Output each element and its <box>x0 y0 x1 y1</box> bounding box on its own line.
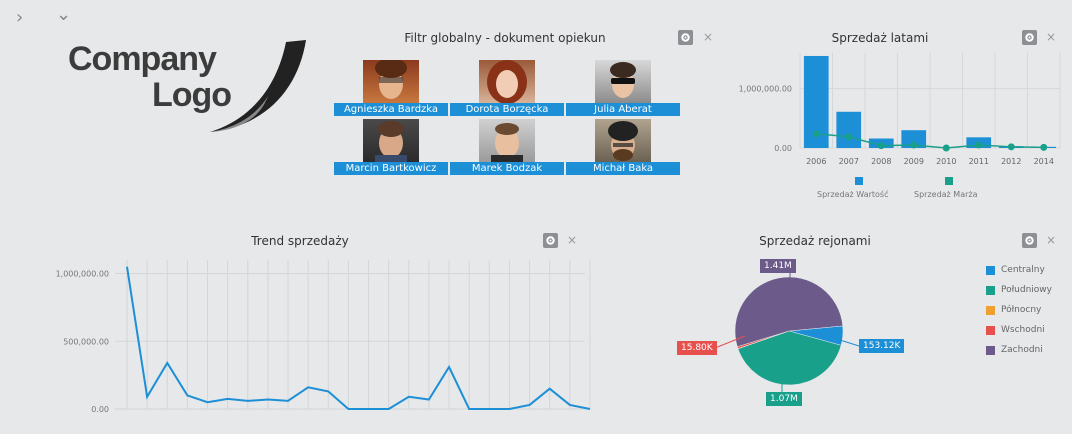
trend-line-chart: 1,000,000.00 500,000.00 0.00 <box>56 260 591 414</box>
legend-swatch-value <box>855 177 863 185</box>
regions-settings-button[interactable] <box>1022 233 1037 248</box>
x-tick-label: 2009 <box>904 157 924 166</box>
gear-icon <box>546 236 555 245</box>
years-chart-title: Sprzedaż latami <box>831 31 929 45</box>
filter-close-button[interactable]: × <box>703 30 713 45</box>
x-tick-label: 2007 <box>839 157 859 166</box>
x-tick-label: 2012 <box>1001 157 1021 166</box>
person-name: Agnieszka Bardzka <box>334 103 448 116</box>
gear-icon <box>681 33 690 42</box>
expand-icon[interactable]: › <box>16 9 23 27</box>
y-tick-label: 500,000.00 <box>63 337 109 346</box>
legend-item-poludniowy[interactable]: Południowy <box>986 283 1052 297</box>
y-tick-label: 0.00 <box>91 405 109 414</box>
years-settings-button[interactable] <box>1022 30 1037 45</box>
years-bar-chart: 1,000,000.00 0.00 2006 2007 2008 2009 2010 2011… <box>739 53 1061 166</box>
person-photo <box>595 60 651 104</box>
person-name: Michał Baka <box>566 162 680 175</box>
collapse-icon[interactable]: ⌄ <box>56 6 71 24</box>
logo-line-2: Logo <box>152 76 232 114</box>
x-tick-label: 2014 <box>1034 157 1054 166</box>
gear-icon <box>1025 33 1034 42</box>
person-name: Julia Aberat <box>566 103 680 116</box>
label-wschodni: 15.80K <box>677 341 717 355</box>
margin-point <box>1007 143 1015 151</box>
bar <box>836 111 862 148</box>
trend-chart-title: Trend sprzedaży <box>251 234 349 248</box>
legend-label: Południowy <box>1001 285 1052 295</box>
y-tick-label: 1,000,000.00 <box>56 270 109 279</box>
label-centralny: 153.12K <box>859 339 905 353</box>
person-photo <box>479 119 535 163</box>
person-card[interactable]: Michał Baka <box>566 119 680 175</box>
regions-close-button[interactable]: × <box>1046 233 1056 248</box>
margin-point <box>812 130 820 138</box>
legend-label-value[interactable]: Sprzedaż Wartość <box>817 190 888 199</box>
person-card[interactable]: Julia Aberat <box>566 60 680 116</box>
margin-point <box>845 133 853 141</box>
x-tick-label: 2011 <box>969 157 989 166</box>
trend-settings-button[interactable] <box>543 233 558 248</box>
years-legend: Sprzedaż Wartość Sprzedaż Marża <box>812 177 1002 205</box>
legend-swatch-margin <box>945 177 953 185</box>
person-photo <box>479 60 535 104</box>
filter-panel-title: Filtr globalny - dokument opiekun <box>404 31 606 45</box>
x-tick-label: 2006 <box>806 157 826 166</box>
label-poludniowy: 1.07M <box>766 392 802 406</box>
company-logo: Company Logo <box>60 30 310 140</box>
person-photo <box>363 60 419 104</box>
regions-pie-chart <box>734 276 844 386</box>
legend-label: Wschodni <box>1001 325 1045 335</box>
margin-point <box>942 144 950 152</box>
legend-swatch <box>986 345 995 355</box>
logo-line-1: Company <box>68 40 217 78</box>
legend-label: Północny <box>1001 305 1042 315</box>
person-card[interactable]: Marek Bodzak <box>450 119 564 175</box>
legend-swatch <box>986 305 995 315</box>
label-zachodni: 1.41M <box>760 259 796 273</box>
legend-swatch <box>986 325 995 335</box>
legend-item-centralny[interactable]: Centralny <box>986 263 1045 277</box>
legend-label-margin[interactable]: Sprzedaż Marża <box>914 190 977 199</box>
person-card[interactable]: Marcin Bartkowicz <box>334 119 448 175</box>
person-photo <box>595 119 651 163</box>
x-tick-label: 2008 <box>871 157 891 166</box>
y-tick-label: 0.00 <box>774 144 792 153</box>
legend-swatch <box>986 285 995 295</box>
regions-chart-title: Sprzedaż rejonami <box>759 234 871 248</box>
person-name: Marek Bodzak <box>450 162 564 175</box>
legend-item-wschodni[interactable]: Wschodni <box>986 323 1045 337</box>
person-name: Marcin Bartkowicz <box>334 162 448 175</box>
gear-icon <box>1025 236 1034 245</box>
person-name: Dorota Borzęcka <box>450 103 564 116</box>
person-card[interactable]: Agnieszka Bardzka <box>334 60 448 116</box>
margin-point <box>1040 143 1048 151</box>
x-tick-label: 2010 <box>936 157 956 166</box>
legend-item-polnocny[interactable]: Północny <box>986 303 1041 317</box>
legend-swatch <box>986 265 995 275</box>
years-close-button[interactable]: × <box>1046 30 1056 45</box>
margin-point <box>910 141 918 149</box>
margin-point <box>975 141 983 149</box>
filter-settings-button[interactable] <box>678 30 693 45</box>
y-tick-label: 1,000,000.00 <box>739 85 792 94</box>
trend-close-button[interactable]: × <box>567 233 577 248</box>
person-card[interactable]: Dorota Borzęcka <box>450 60 564 116</box>
margin-point <box>877 142 885 150</box>
legend-label: Centralny <box>1001 265 1045 275</box>
legend-label: Zachodni <box>1001 345 1043 355</box>
trend-line <box>126 266 591 410</box>
person-photo <box>363 119 419 163</box>
legend-item-zachodni[interactable]: Zachodni <box>986 343 1043 357</box>
